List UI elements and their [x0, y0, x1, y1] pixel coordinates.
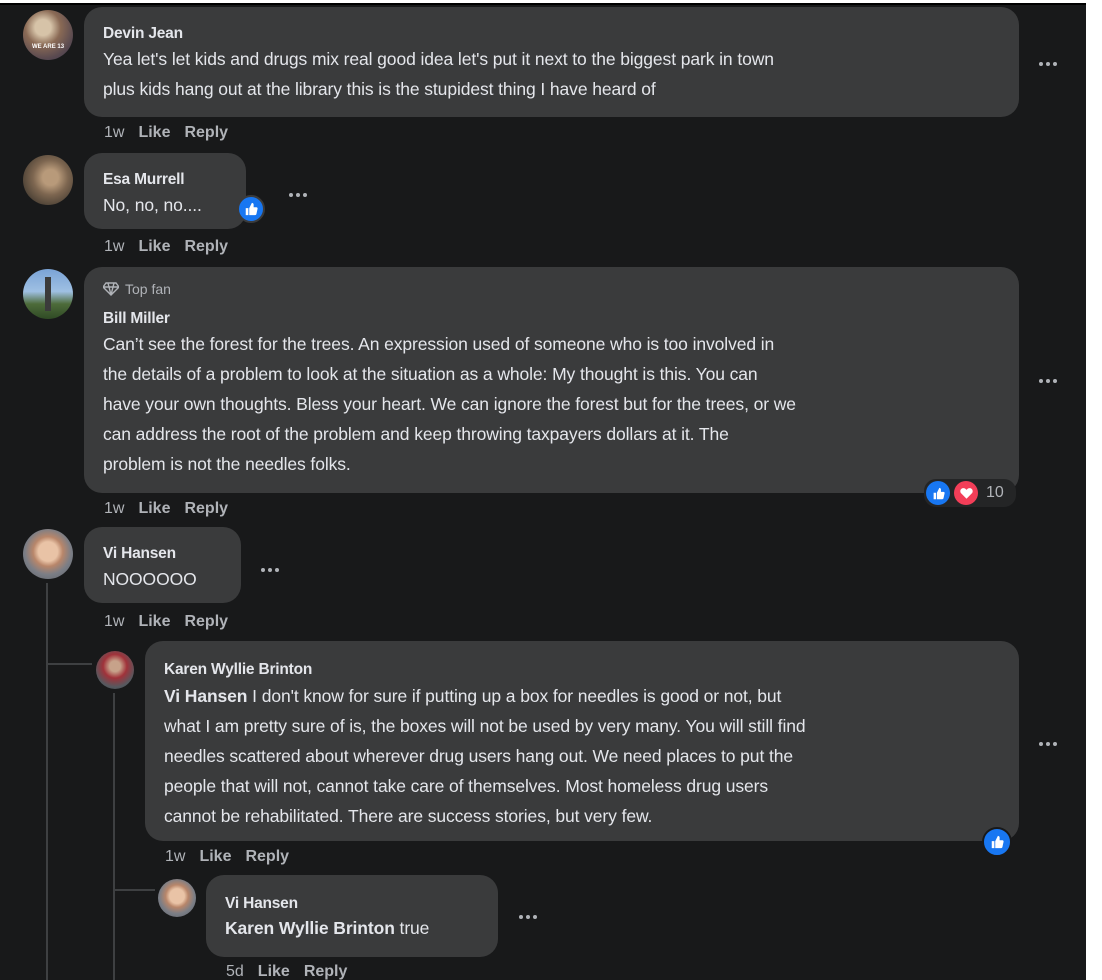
comment-timestamp[interactable]: 1w — [165, 848, 185, 866]
reaction-summary[interactable]: 10 — [924, 479, 1016, 507]
comment-timestamp[interactable]: 1w — [104, 500, 124, 518]
avatar[interactable] — [23, 155, 73, 205]
comment-bubble: Vi Hansen NOOOOOO — [84, 527, 241, 603]
more-options-icon[interactable] — [1034, 54, 1062, 74]
avatar[interactable] — [158, 879, 196, 917]
comment-actions: 1w Like Reply — [104, 500, 228, 518]
reply-button[interactable]: Reply — [245, 848, 289, 866]
comment-text-line: people that will not, cannot take care o… — [164, 776, 769, 796]
comments-panel: WE ARE 13 Devin Jean Yea let's let kids … — [0, 3, 1086, 980]
mention-link[interactable]: Karen Wyllie Brinton — [225, 918, 395, 938]
comment-author[interactable]: Karen Wyllie Brinton — [164, 661, 312, 679]
comment-author[interactable]: Vi Hansen — [103, 545, 176, 563]
reply-button[interactable]: Reply — [184, 238, 228, 256]
comment-text-segment: true — [394, 918, 430, 938]
comment-text-line: what I am pretty sure of is, the boxes w… — [164, 716, 806, 736]
like-button[interactable]: Like — [138, 124, 170, 142]
comment-text-line: Vi Hansen I don't know for sure if putti… — [164, 681, 806, 711]
mention-link[interactable]: Vi Hansen — [164, 686, 248, 706]
comment-bubble: Top fan Bill Miller Can’t see the forest… — [84, 267, 1019, 493]
comment-timestamp[interactable]: 1w — [104, 124, 124, 142]
comment-text-line: problem is not the needles folks. — [103, 454, 351, 474]
thread-line-nested — [113, 693, 115, 980]
comment-text: Karen Wyllie Brinton true — [225, 913, 429, 943]
comment-text-line: can address the root of the problem and … — [103, 424, 729, 444]
more-options-icon[interactable] — [514, 907, 542, 927]
comment-author[interactable]: Vi Hansen — [225, 895, 298, 913]
like-reaction-icon[interactable] — [982, 827, 1012, 857]
like-button[interactable]: Like — [138, 613, 170, 631]
comment-timestamp[interactable]: 1w — [104, 238, 124, 256]
comment-text-line: Yea let's let kids and drugs mix real go… — [103, 49, 774, 69]
like-reaction-icon — [926, 481, 950, 505]
top-fan-badge: Top fan — [103, 281, 171, 297]
comment-timestamp[interactable]: 5d — [226, 963, 244, 980]
comment-text: Vi Hansen I don't know for sure if putti… — [164, 681, 806, 831]
comment-text-line: cannot be rehabilitated. There are succe… — [164, 806, 653, 826]
avatar[interactable]: WE ARE 13 — [23, 10, 73, 60]
like-button[interactable]: Like — [258, 963, 290, 980]
comment-bubble: Vi Hansen Karen Wyllie Brinton true — [206, 875, 498, 957]
more-options-icon[interactable] — [256, 560, 284, 580]
reply-button[interactable]: Reply — [184, 500, 228, 518]
comment-author[interactable]: Devin Jean — [103, 25, 183, 43]
more-options-icon[interactable] — [1034, 734, 1062, 754]
comment-actions: 1w Like Reply — [104, 238, 228, 256]
comment-text: No, no, no.... — [103, 195, 202, 215]
comment-text: NOOOOOO — [103, 569, 197, 589]
more-options-icon[interactable] — [284, 185, 312, 205]
more-options-icon[interactable] — [1034, 371, 1062, 391]
comment-text: Yea let's let kids and drugs mix real go… — [103, 44, 774, 104]
reply-button[interactable]: Reply — [304, 963, 348, 980]
comment-text-line: the details of a problem to look at the … — [103, 364, 758, 384]
comment-text-line: Can’t see the forest for the trees. An e… — [103, 334, 775, 354]
avatar[interactable] — [23, 269, 73, 319]
love-reaction-icon — [954, 481, 978, 505]
thread-branch-line-nested — [113, 889, 155, 891]
comment-actions: 1w Like Reply — [104, 613, 228, 631]
top-fan-label: Top fan — [125, 281, 171, 297]
like-button[interactable]: Like — [199, 848, 231, 866]
reply-button[interactable]: Reply — [184, 124, 228, 142]
comment-text-segment: I don't know for sure if putting up a bo… — [247, 686, 782, 706]
comment-timestamp[interactable]: 1w — [104, 613, 124, 631]
comment-text-line: needles scattered about wherever drug us… — [164, 746, 793, 766]
comment-bubble: Devin Jean Yea let's let kids and drugs … — [84, 7, 1019, 117]
reply-button[interactable]: Reply — [184, 613, 228, 631]
thread-branch-line — [46, 663, 92, 665]
thread-line — [46, 583, 48, 980]
comment-bubble: Esa Murrell No, no, no.... — [84, 153, 246, 229]
avatar[interactable] — [96, 651, 134, 689]
comment-actions: 5d Like Reply — [226, 963, 347, 980]
like-button[interactable]: Like — [138, 500, 170, 518]
comment-bubble: Karen Wyllie Brinton Vi Hansen I don't k… — [145, 641, 1019, 841]
comment-text-line: plus kids hang out at the library this i… — [103, 79, 656, 99]
comment-actions: 1w Like Reply — [104, 124, 228, 142]
comment-actions: 1w Like Reply — [165, 848, 289, 866]
comment-author[interactable]: Esa Murrell — [103, 171, 185, 189]
comment-text: Can’t see the forest for the trees. An e… — [103, 329, 796, 479]
diamond-icon — [103, 282, 119, 296]
like-button[interactable]: Like — [138, 238, 170, 256]
like-reaction-icon[interactable] — [237, 195, 265, 223]
comment-text-line: have your own thoughts. Bless your heart… — [103, 394, 796, 414]
reaction-count: 10 — [986, 484, 1004, 501]
avatar[interactable] — [23, 529, 73, 579]
comment-author[interactable]: Bill Miller — [103, 310, 170, 328]
avatar-caption: WE ARE 13 — [31, 44, 65, 50]
